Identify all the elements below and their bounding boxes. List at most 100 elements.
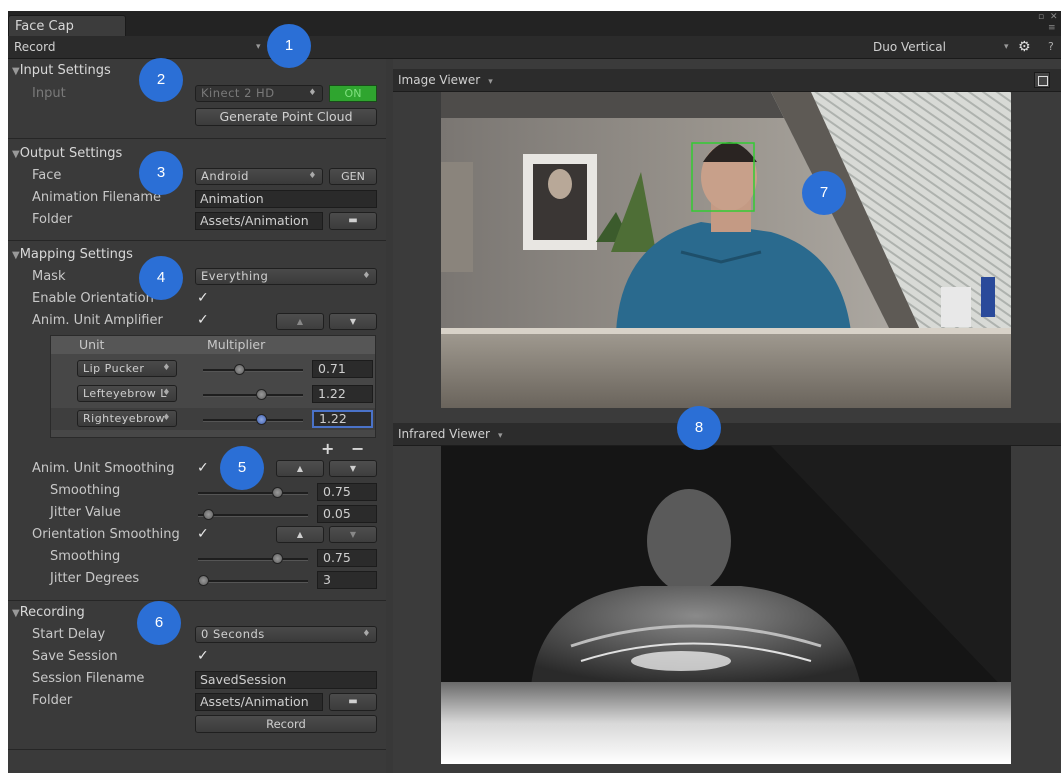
table-row-selected[interactable]: Righteyebrow ♦ 1.22 [51, 408, 375, 430]
start-delay-label: Start Delay [32, 627, 106, 642]
mode-dropdown[interactable]: Record [14, 36, 55, 58]
chevron-down-icon: ▾ [497, 431, 503, 441]
orient-smoothing-slider-track[interactable] [198, 558, 308, 561]
table-row[interactable]: Lip Pucker ♦ 0.71 [51, 358, 375, 380]
help-icon[interactable]: ? [1048, 36, 1054, 58]
menu-icon[interactable]: ≡ [1048, 23, 1056, 33]
start-delay-dropdown[interactable]: 0 Seconds ♦ [195, 626, 377, 643]
image-viewer-feed [441, 92, 1011, 408]
orientation-move-down-button[interactable]: ▼ [329, 526, 377, 543]
callout-2: 2 [139, 58, 183, 102]
unit-dropdown[interactable]: Righteyebrow ♦ [77, 410, 177, 427]
mode-chevron-down-icon[interactable]: ▾ [256, 36, 261, 58]
amplifier-move-up-button[interactable]: ▲ [276, 313, 324, 330]
foldout-arrow-icon: ▼ [12, 149, 20, 160]
folder-browse-icon[interactable]: ▬ [329, 212, 377, 230]
table-row[interactable]: Lefteyebrow L ♦ 1.22 [51, 383, 375, 405]
multiplier-slider-track[interactable] [203, 369, 303, 372]
orient-smoothing-field[interactable]: 0.75 [317, 549, 377, 567]
recording-header[interactable]: ▼Recording [12, 605, 85, 620]
face-dropdown[interactable]: Android ♦ [195, 168, 323, 185]
layout-dropdown[interactable]: Duo Vertical [873, 36, 946, 58]
animation-filename-label: Animation Filename [32, 190, 162, 205]
multiplier-field[interactable]: 0.71 [312, 360, 373, 378]
multiplier-field[interactable]: 1.22 [312, 385, 373, 403]
infrared-viewer-dropdown[interactable]: Infrared Viewer ▾ [398, 423, 502, 447]
jitter-slider-knob[interactable] [202, 509, 214, 520]
callout-4: 4 [139, 256, 183, 300]
orientation-smoothing-label: Orientation Smoothing [32, 527, 180, 542]
smoothing-move-down-button[interactable]: ▼ [329, 460, 377, 477]
jitter-degrees-label: Jitter Degrees [50, 571, 140, 586]
callout-7: 7 [802, 171, 846, 215]
smoothing-slider-knob[interactable] [272, 487, 284, 498]
jitter-degrees-slider-track[interactable] [198, 580, 308, 583]
close-icon[interactable]: ✕ [1050, 12, 1058, 22]
toolbar: Record ▾ Duo Vertical ▾ ⚙ ? [8, 36, 1061, 59]
multiplier-slider-track[interactable] [203, 419, 303, 422]
multiplier-column-header: Multiplier [207, 337, 266, 352]
orientation-move-up-button[interactable]: ▲ [276, 526, 324, 543]
image-viewer-dropdown[interactable]: Image Viewer ▾ [398, 69, 493, 93]
add-row-button[interactable]: + [321, 439, 334, 458]
recording-folder-field[interactable]: Assets/Animation [195, 693, 323, 711]
image-viewer-toolbar: Image Viewer ▾ [393, 69, 1061, 92]
input-device-dropdown[interactable]: Kinect 2 HD ♦ [195, 85, 323, 102]
recording-folder-browse-icon[interactable]: ▬ [329, 693, 377, 711]
mask-dropdown[interactable]: Everything ♦ [195, 268, 377, 285]
callout-8: 8 [677, 406, 721, 450]
animation-filename-field[interactable]: Animation [195, 190, 377, 208]
output-settings-header[interactable]: ▼Output Settings [12, 146, 122, 161]
viewer-panel: Image Viewer ▾ Infrared Viewer ▾ [393, 59, 1061, 773]
unit-dropdown[interactable]: Lefteyebrow L ♦ [77, 385, 177, 402]
amplifier-checkbox[interactable]: ✓ [197, 313, 210, 327]
smoothing-move-up-button[interactable]: ▲ [276, 460, 324, 477]
mask-label: Mask [32, 269, 66, 284]
maximize-icon[interactable] [1034, 72, 1050, 88]
mapping-settings-header[interactable]: ▼Mapping Settings [12, 247, 133, 262]
face-cap-window: Face Cap ▫ ✕ ≡ Record ▾ Duo Vertical ▾ ⚙… [8, 11, 1061, 773]
tab-face-cap[interactable]: Face Cap [8, 15, 126, 36]
recording-folder-label: Folder [32, 693, 73, 708]
unit-dropdown[interactable]: Lip Pucker ♦ [77, 360, 177, 377]
smoothing-field[interactable]: 0.75 [317, 483, 377, 501]
generate-point-cloud-button[interactable]: Generate Point Cloud [195, 108, 377, 126]
infrared-viewer-feed [441, 446, 1011, 764]
input-on-toggle[interactable]: ON [329, 85, 377, 102]
amplifier-label: Anim. Unit Amplifier [32, 313, 163, 328]
jitter-degrees-field[interactable]: 3 [317, 571, 377, 589]
layout-chevron-down-icon[interactable]: ▾ [1004, 36, 1009, 58]
save-session-checkbox[interactable]: ✓ [197, 649, 210, 663]
jitter-degrees-slider-knob[interactable] [198, 575, 209, 586]
divider [8, 240, 386, 241]
jitter-value-field[interactable]: 0.05 [317, 505, 377, 523]
callout-5: 5 [220, 446, 264, 490]
multiplier-field[interactable]: 1.22 [312, 410, 373, 428]
multiplier-slider-knob[interactable] [256, 389, 268, 400]
foldout-arrow-icon: ▼ [12, 250, 20, 261]
camera-image [441, 92, 1011, 408]
chevron-down-icon: ▾ [488, 77, 493, 87]
folder-field[interactable]: Assets/Animation [195, 212, 323, 230]
amplifier-move-down-button[interactable]: ▼ [329, 313, 377, 330]
multiplier-slider-knob[interactable] [234, 364, 246, 375]
pin-icon[interactable]: ▫ [1038, 12, 1044, 22]
enable-orientation-checkbox[interactable]: ✓ [197, 291, 210, 305]
unit-column-header: Unit [79, 337, 105, 352]
remove-row-button[interactable]: − [351, 439, 364, 458]
input-settings-header[interactable]: ▼Input Settings [12, 63, 111, 78]
smoothing-checkbox[interactable]: ✓ [197, 461, 210, 475]
gear-icon[interactable]: ⚙ [1018, 36, 1031, 58]
orientation-smoothing-checkbox[interactable]: ✓ [197, 527, 210, 541]
orient-smoothing-slider-knob[interactable] [272, 553, 284, 564]
save-session-label: Save Session [32, 649, 118, 664]
session-filename-field[interactable]: SavedSession [195, 671, 377, 689]
jitter-slider-track[interactable] [198, 514, 308, 517]
gen-button[interactable]: GEN [329, 168, 377, 185]
settings-panel: ▼Input Settings Input Kinect 2 HD ♦ ON Ge… [8, 59, 386, 773]
record-button[interactable]: Record [195, 715, 377, 733]
multiplier-slider-knob[interactable] [256, 414, 268, 425]
multiplier-slider-track[interactable] [203, 394, 303, 397]
smoothing-slider-track[interactable] [198, 492, 308, 495]
foldout-arrow-icon: ▼ [12, 66, 20, 77]
